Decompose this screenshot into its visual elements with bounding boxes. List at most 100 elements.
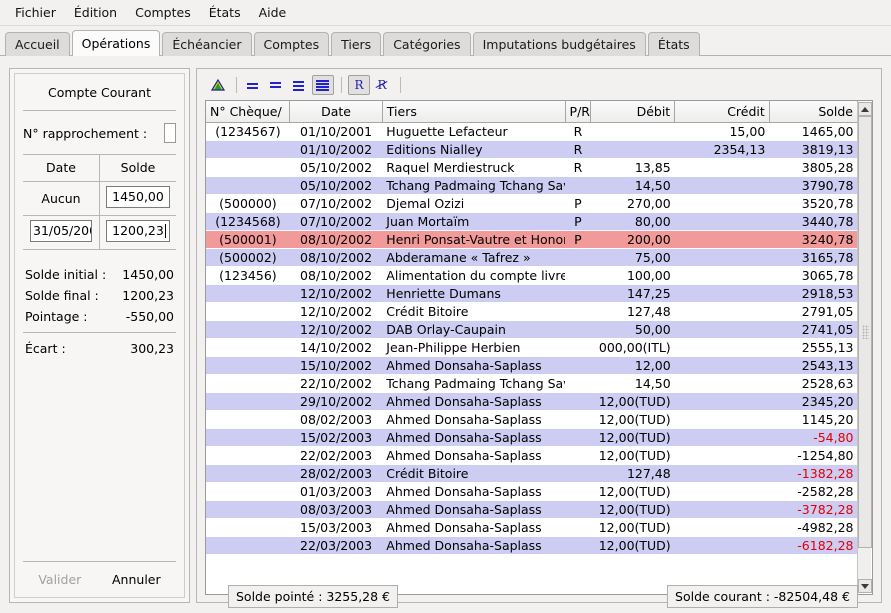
cell-debit: 12,00(TUD): [598, 519, 671, 535]
cell-num: [206, 284, 290, 302]
menu-item-3[interactable]: États: [200, 2, 250, 23]
cell-date: 05/10/2002: [300, 159, 373, 175]
tab-6[interactable]: Imputations budgétaires: [472, 32, 646, 56]
cell-solde: 2555,13: [801, 339, 854, 355]
cell-num: [206, 518, 290, 536]
table-row[interactable]: 05/10/2002 Tchang Padmaing Tchang Savi 14,…: [206, 176, 858, 194]
cell-solde: -6182,28: [769, 536, 858, 554]
table-row[interactable]: 14/10/2002 Jean-Philippe Herbien 000,00(IT…: [206, 338, 858, 356]
end-date-input[interactable]: 31/05/200: [30, 220, 92, 242]
operations-table: N° Chèque/Date Tiers P/R Débit Crédit Solde (…: [206, 101, 859, 555]
rapprochement-input[interactable]: [164, 123, 176, 143]
table-row[interactable]: (500000) 07/10/2002 Djemal Ozizi P 270,00 352…: [206, 194, 858, 212]
validate-button[interactable]: Valider: [38, 572, 81, 587]
view-three-lines-icon[interactable]: [289, 75, 311, 95]
sidebar-actions: Valider Annuler: [23, 561, 176, 587]
summary-label-2: Pointage :: [25, 309, 88, 324]
table-row[interactable]: (1234568) 07/10/2002 Juan Mortaïm P 80,00 344…: [206, 212, 858, 230]
cell-solde: 3440,78: [769, 212, 858, 230]
column-header-3[interactable]: P/R: [565, 101, 592, 123]
menu-item-2[interactable]: Comptes: [126, 2, 200, 23]
scroll-up-button[interactable]: [858, 102, 872, 116]
operations-panel: RR N° Chèque/Date Tiers P/R Débit Crédit Sold…: [196, 68, 882, 603]
menu-item-4[interactable]: Aide: [250, 2, 296, 23]
table-row[interactable]: 22/02/2003 Ahmed Donsaha-Saplass 12,00(TUD…: [206, 446, 858, 464]
table-row[interactable]: 12/10/2002 Crédit Bitoire 127,48 2791,05: [206, 302, 858, 320]
operations-grid-container: N° Chèque/Date Tiers P/R Débit Crédit Solde (…: [205, 100, 873, 595]
cell-debit: 14,50: [590, 176, 675, 194]
column-header-6[interactable]: Solde: [769, 101, 859, 123]
cell-solde: -54,80: [769, 428, 858, 446]
tab-1[interactable]: Opérations: [71, 30, 161, 56]
table-row[interactable]: 01/03/2003 Ahmed Donsaha-Saplass 12,00(TUD…: [206, 482, 858, 500]
tab-0[interactable]: Accueil: [5, 32, 70, 56]
cell-tiers: Ahmed Donsaha-Saplass: [382, 356, 566, 374]
cell-credit: [674, 320, 770, 338]
column-header-2[interactable]: Tiers: [382, 101, 566, 123]
table-row[interactable]: 29/10/2002 Ahmed Donsaha-Saplass 12,00(TUD…: [206, 392, 858, 410]
cell-tiers: Abderamane « Tafrez »: [382, 248, 566, 266]
tab-2[interactable]: Échéancier: [162, 32, 252, 56]
table-row[interactable]: 05/10/2002 Raquel Merdiestruck R 13,85 3805,…: [206, 158, 858, 176]
column-header-5[interactable]: Crédit: [674, 101, 770, 123]
menu-item-1[interactable]: Édition: [65, 2, 126, 23]
table-row[interactable]: (500002) 08/10/2002 Abderamane « Tafrez » 7…: [206, 248, 858, 266]
header-solde: Solde: [99, 155, 176, 182]
table-row[interactable]: 15/03/2003 Ahmed Donsaha-Saplass 12,00(TUD…: [206, 518, 858, 536]
table-row[interactable]: 15/10/2002 Ahmed Donsaha-Saplass 12,00 2543…: [206, 356, 858, 374]
scrollbar-thumb[interactable]: [858, 116, 872, 548]
cell-date: 08/10/2002: [300, 267, 373, 283]
cell-date: 01/03/2003: [300, 483, 373, 499]
column-header-1[interactable]: Date: [289, 101, 383, 123]
cell-solde: 2741,05: [769, 320, 858, 338]
table-row[interactable]: 01/10/2002 Editions Nialley R 2354,13 3819,1…: [206, 140, 858, 158]
view-full-lines-icon[interactable]: [312, 75, 334, 95]
table-row[interactable]: 28/02/2003 Crédit Bitoire 127,48 -1382,28: [206, 464, 858, 482]
table-row[interactable]: (123456) 08/10/2002 Alimentation du compte…: [206, 266, 858, 284]
unmark-reconciled-icon[interactable]: R: [371, 75, 393, 95]
table-row[interactable]: 12/10/2002 Henriette Dumans 147,25 2918,53: [206, 284, 858, 302]
vertical-scrollbar[interactable]: [857, 102, 872, 593]
tab-5[interactable]: Catégories: [383, 32, 471, 56]
view-two-lines-icon[interactable]: [266, 75, 288, 95]
table-row[interactable]: (1234567) 01/10/2001 Huguette Lefacteur R 15…: [206, 122, 858, 140]
cell-solde: 2918,53: [769, 284, 858, 302]
mark-reconciled-icon[interactable]: R: [348, 75, 370, 95]
alert-triangle-icon[interactable]: [207, 75, 229, 95]
table-row[interactable]: 08/03/2003 Ahmed Donsaha-Saplass 12,00(TUD…: [206, 500, 858, 518]
cell-debit: 12,00(TUD): [598, 447, 671, 463]
cell-pr: [565, 446, 591, 464]
cell-debit: 147,25: [590, 284, 675, 302]
cell-tiers: Ahmed Donsaha-Saplass: [386, 447, 542, 463]
tab-4[interactable]: Tiers: [331, 32, 382, 56]
cell-num: [206, 158, 290, 176]
table-row[interactable]: 22/03/2003 Ahmed Donsaha-Saplass 12,00(TUD…: [206, 536, 858, 554]
cell-credit: [674, 392, 770, 410]
cell-debit: 50,00: [590, 320, 675, 338]
table-row[interactable]: 12/10/2002 DAB Orlay-Caupain 50,00 2741,05: [206, 320, 858, 338]
column-header-0[interactable]: N° Chèque/: [206, 101, 291, 123]
cell-num: [206, 392, 290, 410]
tab-3[interactable]: Comptes: [253, 32, 330, 56]
end-balance-cell: 1200,23: [99, 215, 176, 250]
end-balance-input[interactable]: 1200,23: [106, 220, 170, 242]
table-row[interactable]: (500001) 08/10/2002 Henri Ponsat-Vautre et…: [206, 230, 858, 248]
view-single-line-icon[interactable]: [243, 75, 265, 95]
toolbar-separator-5: [341, 77, 342, 93]
cell-num: (123456): [219, 267, 277, 283]
tab-7[interactable]: États: [647, 32, 700, 56]
table-row[interactable]: 22/10/2002 Tchang Padmaing Tchang Savi 14,…: [206, 374, 858, 392]
cell-date: 12/10/2002: [300, 303, 373, 319]
column-header-4[interactable]: Débit: [590, 101, 676, 123]
table-row[interactable]: 15/02/2003 Ahmed Donsaha-Saplass 12,00(TUD…: [206, 428, 858, 446]
cell-tiers: Ahmed Donsaha-Saplass: [382, 500, 566, 518]
cell-solde: -1382,28: [769, 464, 858, 482]
table-row[interactable]: 08/02/2003 Ahmed Donsaha-Saplass 12,00(TUD…: [206, 410, 858, 428]
cell-tiers: Tchang Padmaing Tchang Savi: [382, 176, 566, 194]
start-balance-input[interactable]: 1450,00: [106, 186, 170, 208]
summary-label-1: Solde final :: [25, 288, 99, 303]
menu-item-0[interactable]: Fichier: [6, 2, 65, 23]
cell-tiers: Ahmed Donsaha-Saplass: [382, 428, 566, 446]
cancel-button[interactable]: Annuler: [112, 572, 161, 587]
cell-num: [206, 338, 290, 356]
